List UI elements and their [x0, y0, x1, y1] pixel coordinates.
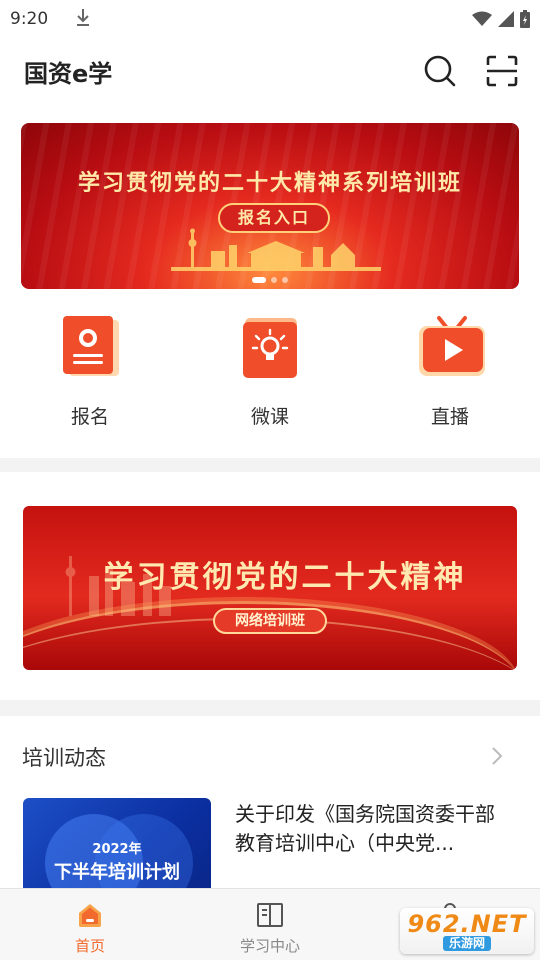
microcourse-icon — [237, 314, 303, 380]
promo-banner[interactable]: 学习贯彻党的二十大精神系列培训班 报名入口 — [21, 123, 519, 289]
watermark-main: 962.NET — [407, 909, 527, 938]
pager-dot — [282, 277, 288, 283]
banner-title: 学习贯彻党的二十大精神系列培训班 — [77, 171, 462, 196]
banner2-tag: 网络培训班 — [213, 608, 327, 634]
thumb-title: 下半年培训计划 — [54, 862, 180, 883]
quick-entries: 报名 微课 直播 — [0, 314, 540, 429]
entry-microcourse[interactable]: 微课 — [180, 314, 360, 429]
skyline-graphic — [171, 228, 381, 271]
banner2-title: 学习贯彻党的二十大精神 — [103, 560, 467, 595]
wifi-icon — [472, 11, 492, 26]
thumb-year: 2022年 — [92, 842, 142, 857]
chevron-right-icon[interactable] — [490, 746, 504, 766]
signal-icon — [498, 11, 514, 27]
tab-label: 首页 — [74, 937, 105, 955]
watermark-sub: 乐游网 — [442, 935, 491, 951]
entry-label: 报名 — [70, 406, 109, 428]
live-icon — [417, 314, 485, 380]
entry-label: 直播 — [430, 406, 469, 428]
scan-icon[interactable] — [484, 53, 520, 89]
tab-label: 学习中心 — [239, 937, 300, 955]
app-title: 国资e学 — [24, 59, 113, 88]
status-bar: 9:20 — [0, 0, 540, 38]
tab-home[interactable]: 首页 — [0, 889, 180, 960]
mid-card: 学习贯彻党的二十大精神 网络培训班 — [0, 472, 540, 700]
app-header: 国资e学 — [0, 38, 540, 104]
status-time: 9:20 — [10, 9, 49, 29]
training-banner[interactable]: 学习贯彻党的二十大精神 网络培训班 — [23, 506, 517, 670]
entry-live[interactable]: 直播 — [360, 314, 540, 429]
banner-pager — [21, 277, 519, 283]
book-icon — [257, 903, 283, 927]
battery-icon — [520, 10, 530, 28]
top-card: 学习贯彻党的二十大精神系列培训班 报名入口 报名 微课 直播 — [0, 104, 540, 458]
header-actions — [422, 53, 520, 89]
search-icon[interactable] — [422, 53, 458, 89]
news-heading: 培训动态 — [22, 746, 106, 770]
download-icon — [76, 8, 90, 30]
pager-dot — [252, 277, 266, 283]
status-icons — [472, 10, 530, 28]
pager-dot — [271, 277, 277, 283]
site-watermark-logo: 962.NET 乐游网 — [400, 908, 534, 954]
signup-icon — [57, 314, 123, 380]
tab-learning-center[interactable]: 学习中心 — [180, 889, 360, 960]
home-icon — [79, 904, 101, 927]
entry-label: 微课 — [250, 406, 289, 428]
entry-signup[interactable]: 报名 — [0, 314, 180, 429]
